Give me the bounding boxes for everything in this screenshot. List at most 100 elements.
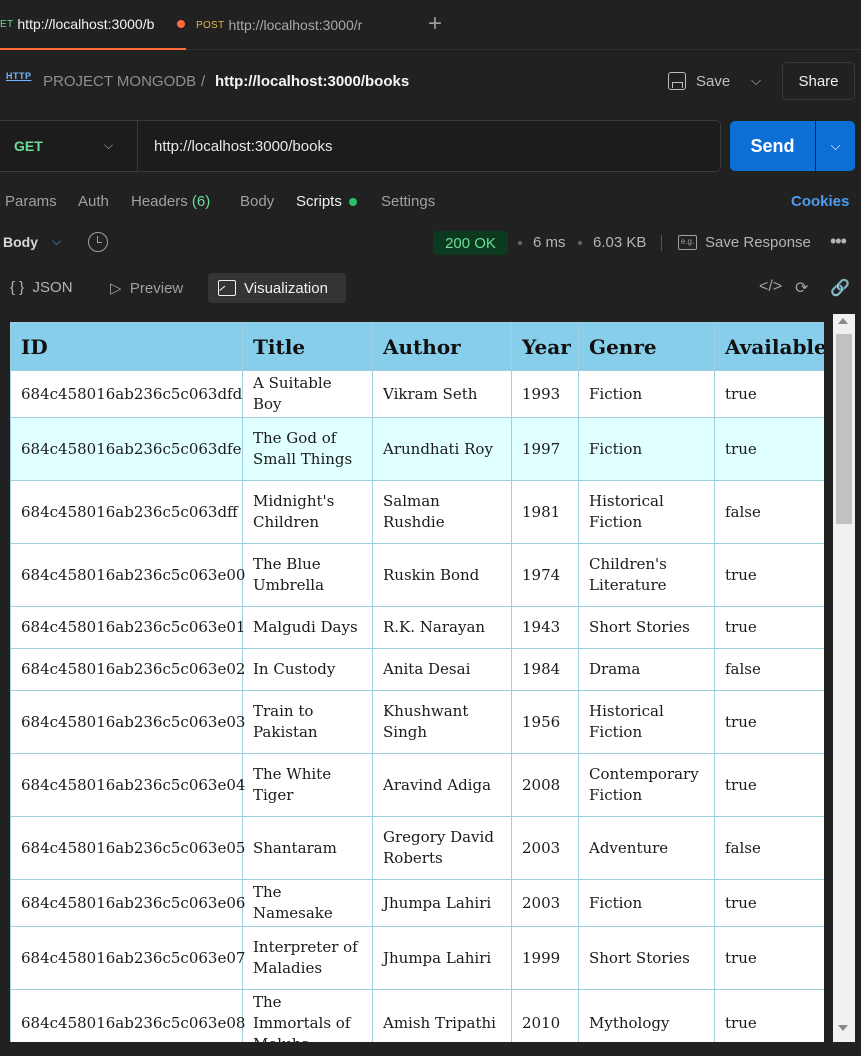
breadcrumb-current-request[interactable]: http://localhost:3000/books [215, 73, 409, 90]
request-tab-bar: ET http://localhost:3000/b POST http://l… [0, 0, 861, 50]
url-input[interactable] [154, 121, 694, 171]
breadcrumb-project[interactable]: PROJECT MONGODB [43, 73, 196, 90]
response-size[interactable]: 6.03 KB [593, 234, 646, 251]
tab-headers-label: Headers [131, 193, 188, 210]
cell-id: 684c458016ab236c5c063e07 [10, 926, 245, 990]
table-row: 684c458016ab236c5c063e01 Malgudi Days R.… [10, 606, 824, 649]
chevron-down-icon[interactable]: ⌵ [52, 234, 61, 249]
table-header-row: ID Title Author Year Genre Available [10, 322, 824, 371]
tab-method-label: POST [196, 19, 225, 31]
cell-available: false [714, 816, 824, 880]
save-button[interactable]: Save [668, 69, 730, 93]
cell-available: false [714, 480, 824, 544]
new-tab-plus-icon[interactable]: + [424, 12, 446, 36]
cell-title: Midnight's Children [242, 480, 373, 544]
cell-available: true [714, 370, 824, 418]
table-row: 684c458016ab236c5c063dfd A Suitable Boy … [10, 370, 824, 418]
cell-author: Arundhati Roy [372, 417, 512, 481]
link-icon[interactable]: 🔗 [830, 278, 850, 298]
tab-url-label: http://localhost:3000/b [17, 16, 155, 32]
cell-available: false [714, 648, 824, 691]
cell-id: 684c458016ab236c5c063e02 [10, 648, 245, 691]
tab-auth[interactable]: Auth [78, 193, 109, 210]
cell-genre: Adventure [578, 816, 715, 880]
refresh-icon[interactable]: ⟳ [795, 278, 808, 298]
method-select[interactable]: GET ⌵ [0, 121, 138, 171]
share-button[interactable]: Share [782, 62, 855, 100]
response-body-label[interactable]: Body [3, 234, 38, 250]
cell-year: 1943 [511, 606, 579, 649]
status-badge[interactable]: 200 OK [433, 231, 508, 255]
cell-id: 684c458016ab236c5c063dfe [10, 417, 243, 481]
cell-author: Aravind Adiga [372, 753, 512, 817]
table-row: 684c458016ab236c5c063e04 The White Tiger… [10, 753, 824, 817]
table-row: 684c458016ab236c5c063e08 The Immortals o… [10, 989, 824, 1042]
cell-genre: Drama [578, 648, 715, 691]
scripts-indicator-dot-icon [348, 198, 357, 207]
table-row: 684c458016ab236c5c063e02 In Custody Anit… [10, 648, 824, 691]
request-header: HTTP PROJECT MONGODB / http://localhost:… [0, 51, 861, 111]
cell-genre: Mythology [578, 989, 715, 1042]
request-tab-books[interactable]: ET http://localhost:3000/b [0, 0, 186, 50]
history-icon[interactable] [88, 232, 108, 252]
cell-title: The God of Small Things [242, 417, 373, 481]
request-tab-post[interactable]: POST http://localhost:3000/r [196, 0, 396, 50]
table-row: 684c458016ab236c5c063dff Midnight's Chil… [10, 480, 824, 544]
cell-title: Interpreter of Maladies [242, 926, 373, 990]
table-row: 684c458016ab236c5c063e00 The Blue Umbrel… [10, 543, 824, 607]
cell-title: Train to Pakistan [242, 690, 373, 754]
cell-genre: Fiction [578, 417, 715, 481]
view-preview-label: Preview [129, 280, 184, 297]
scroll-thumb[interactable] [836, 334, 852, 524]
breadcrumb-separator: / [201, 73, 206, 90]
column-header-year: Year [511, 322, 579, 371]
cell-id: 684c458016ab236c5c063e06 [10, 879, 245, 927]
tab-scripts[interactable]: Scripts [296, 193, 357, 210]
cell-title: The Namesake [242, 879, 373, 927]
more-options-icon[interactable]: ••• [830, 231, 847, 252]
cell-id: 684c458016ab236c5c063e00 [10, 543, 245, 607]
scroll-down-arrow-icon[interactable] [838, 1025, 848, 1031]
cell-id: 684c458016ab236c5c063e08 [10, 989, 245, 1042]
cell-title: The Immortals of Meluha [242, 989, 373, 1042]
cell-available: true [714, 879, 824, 927]
tab-headers[interactable]: Headers (6) [131, 193, 210, 210]
cell-id: 684c458016ab236c5c063e01 [10, 606, 245, 649]
save-label: Save [696, 72, 731, 90]
play-icon: ▷ [110, 280, 122, 297]
cell-genre: Contemporary Fiction [578, 753, 715, 817]
table-row: 684c458016ab236c5c063dfe The God of Smal… [10, 417, 824, 481]
send-button[interactable]: Send [730, 121, 815, 171]
response-time[interactable]: 6 ms [533, 234, 566, 251]
cell-genre: Fiction [578, 879, 715, 927]
headers-count-badge: (6) [191, 193, 211, 210]
code-icon[interactable]: </> [759, 278, 782, 296]
cell-available: true [714, 690, 824, 754]
scroll-up-arrow-icon[interactable] [838, 318, 848, 324]
cell-author: Ruskin Bond [372, 543, 512, 607]
view-json-button[interactable]: { } JSON [10, 279, 73, 296]
cell-year: 1999 [511, 926, 579, 990]
tab-method-label: ET [0, 18, 14, 30]
image-icon [218, 280, 236, 296]
view-preview-button[interactable]: ▷ Preview [110, 279, 183, 297]
tab-settings[interactable]: Settings [381, 193, 435, 210]
save-response-button[interactable]: Save Response [705, 234, 811, 251]
cookies-link[interactable]: Cookies [791, 193, 849, 210]
response-toolbar: Body ⌵ 200 OK 6 ms 6.03 KB e.g. Save Res… [0, 228, 861, 258]
chevron-down-icon: ⌵ [104, 138, 114, 152]
cell-title: The White Tiger [242, 753, 373, 817]
cell-genre: Historical Fiction [578, 480, 715, 544]
view-visualization-button[interactable]: Visualization [208, 273, 346, 303]
send-options-chevron-down-icon[interactable]: ⌵ [816, 121, 855, 171]
visualization-scrollbar[interactable] [833, 314, 855, 1042]
cell-id: 684c458016ab236c5c063dff [10, 480, 243, 544]
save-options-chevron-down-icon[interactable]: ⌵ [740, 63, 772, 99]
tab-params[interactable]: Params [5, 193, 57, 210]
cell-author: R.K. Narayan [372, 606, 512, 649]
separator-dot [518, 241, 522, 245]
tab-body[interactable]: Body [240, 193, 274, 210]
url-bar: GET ⌵ [0, 120, 721, 172]
column-header-genre: Genre [578, 322, 715, 371]
column-header-title: Title [242, 322, 373, 371]
